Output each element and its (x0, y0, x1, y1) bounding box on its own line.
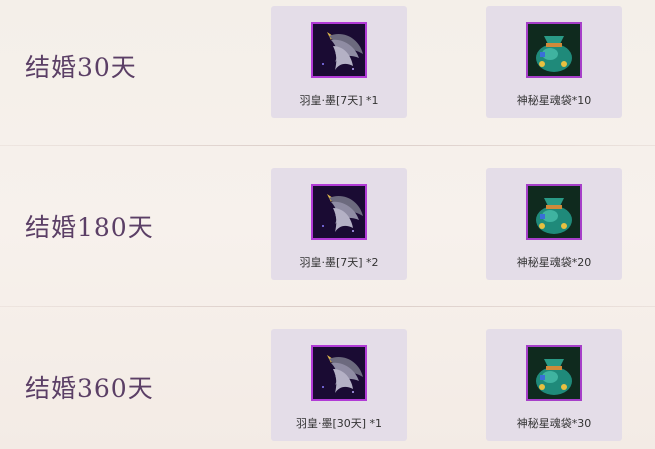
reward-label: 神秘星魂袋*10 (516, 94, 592, 107)
milestone-title: 结婚360天 (25, 374, 154, 403)
reward-card-soul-bag[interactable]: 神秘星魂袋*10 (486, 6, 622, 118)
reward-label: 神秘星魂袋*20 (516, 256, 592, 269)
reward-row-360-days: 结婚360天 羽皇·墨[30天] *1 神秘星魂袋*30 (0, 307, 655, 449)
soul-bag-icon (526, 184, 582, 240)
reward-label: 羽皇·墨[7天] *2 (299, 256, 379, 269)
reward-card-wing[interactable]: 羽皇·墨[30天] *1 (271, 329, 407, 441)
reward-row-180-days: 结婚180天 羽皇·墨[7天] *2 神秘星魂袋*20 (0, 146, 655, 306)
wing-icon (311, 22, 367, 78)
reward-label: 神秘星魂袋*30 (516, 417, 592, 430)
wing-icon (311, 345, 367, 401)
reward-card-wing[interactable]: 羽皇·墨[7天] *2 (271, 168, 407, 280)
milestone-title: 结婚180天 (25, 213, 154, 242)
soul-bag-icon (526, 22, 582, 78)
reward-card-soul-bag[interactable]: 神秘星魂袋*30 (486, 329, 622, 441)
milestone-title: 结婚30天 (25, 53, 137, 82)
soul-bag-icon (526, 345, 582, 401)
reward-row-30-days: 结婚30天 羽皇·墨[7天] *1 神秘星魂袋*10 (0, 0, 655, 145)
reward-label: 羽皇·墨[30天] *1 (295, 417, 383, 430)
wing-icon (311, 184, 367, 240)
reward-label: 羽皇·墨[7天] *1 (299, 94, 379, 107)
reward-card-wing[interactable]: 羽皇·墨[7天] *1 (271, 6, 407, 118)
reward-card-soul-bag[interactable]: 神秘星魂袋*20 (486, 168, 622, 280)
